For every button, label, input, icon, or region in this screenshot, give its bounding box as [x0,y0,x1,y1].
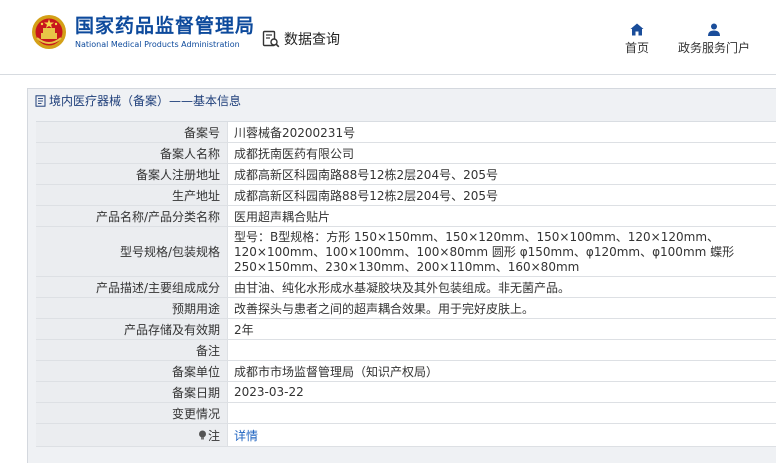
nav-gov-portal-label: 政务服务门户 [677,41,750,55]
field-label: 型号规格/包装规格 [36,227,228,276]
table-row: 备注 [36,340,776,361]
nav-gov-portal[interactable]: 政务服务门户 [672,23,756,56]
field-label-note: 注 [36,424,228,446]
table-row: 备案人名称 成都抚南医药有限公司 [36,143,776,164]
field-label: 产品名称/产品分类名称 [36,206,228,226]
logo-title-en: National Medical Products Administration [75,40,240,49]
nav-home[interactable]: 首页 [620,23,654,56]
field-label: 产品存储及有效期 [36,319,228,339]
data-search-icon [262,30,280,48]
field-label: 备案号 [36,122,228,142]
field-label: 预期用途 [36,298,228,318]
detail-table: 备案号 川蓉械备20200231号 备案人名称 成都抚南医药有限公司 备案人注册… [36,121,776,447]
table-row: 产品存储及有效期 2年 [36,319,776,340]
note-label: 注 [207,428,220,443]
field-label: 变更情况 [36,403,228,423]
user-icon [708,23,720,36]
field-value: 成都高新区科园南路88号12栋2层204号、205号 [228,164,776,184]
table-row: 备案单位 成都市市场监督管理局（知识产权局） [36,361,776,382]
table-row: 生产地址 成都高新区科园南路88号12栋2层204号、205号 [36,185,776,206]
panel-title-text: 境内医疗器械（备案）——基本信息 [49,94,242,108]
document-icon [35,95,46,107]
table-row: 备案日期 2023-03-22 [36,382,776,403]
home-icon [630,23,644,36]
nav-home-label: 首页 [624,41,649,55]
table-row: 预期用途 改善探头与患者之间的超声耦合效果。用于完好皮肤上。 [36,298,776,319]
field-value: 医用超声耦合贴片 [228,206,776,226]
field-value [228,403,776,423]
logo-title-cn: 国家药品监督管理局 [75,15,256,37]
table-row: 注 详情 [36,424,776,447]
details-link[interactable]: 详情 [234,427,258,444]
table-row: 备案号 川蓉械备20200231号 [36,122,776,143]
field-value: 成都高新区科园南路88号12栋2层204号、205号 [228,185,776,205]
field-label: 备案日期 [36,382,228,402]
field-value: 成都市市场监督管理局（知识产权局） [228,361,776,381]
field-value [228,340,776,360]
table-row: 产品名称/产品分类名称 医用超声耦合贴片 [36,206,776,227]
data-query-link[interactable]: 数据查询 [262,29,340,49]
field-value: 2年 [228,319,776,339]
field-label: 备案人注册地址 [36,164,228,184]
record-detail-panel: 境内医疗器械（备案）——基本信息 备案号 川蓉械备20200231号 备案人名称… [27,88,776,463]
national-emblem-icon [32,15,66,49]
field-value: 改善探头与患者之间的超声耦合效果。用于完好皮肤上。 [228,298,776,318]
table-row: 产品描述/主要组成成分 由甘油、纯化水形成水基凝胶块及其外包装组成。非无菌产品。 [36,277,776,298]
field-value: 详情 [228,424,776,446]
field-value: 由甘油、纯化水形成水基凝胶块及其外包装组成。非无菌产品。 [228,277,776,297]
field-value: 型号：B型规格：方形 150×150mm、150×120mm、150×100mm… [228,227,776,276]
site-logo[interactable]: 国家药品监督管理局 National Medical Products Admi… [31,14,255,50]
table-row: 变更情况 [36,403,776,424]
field-label: 备案单位 [36,361,228,381]
site-header: 国家药品监督管理局 National Medical Products Admi… [0,0,776,75]
field-value: 2023-03-22 [228,382,776,402]
panel-title: 境内医疗器械（备案）——基本信息 [28,89,776,113]
field-label: 产品描述/主要组成成分 [36,277,228,297]
lightbulb-icon [198,430,206,439]
table-row: 备案人注册地址 成都高新区科园南路88号12栋2层204号、205号 [36,164,776,185]
field-value: 成都抚南医药有限公司 [228,143,776,163]
data-query-label: 数据查询 [284,32,340,48]
field-label: 备案人名称 [36,143,228,163]
table-row: 型号规格/包装规格 型号：B型规格：方形 150×150mm、150×120mm… [36,227,776,277]
field-value: 川蓉械备20200231号 [228,122,776,142]
field-label: 生产地址 [36,185,228,205]
field-label: 备注 [36,340,228,360]
